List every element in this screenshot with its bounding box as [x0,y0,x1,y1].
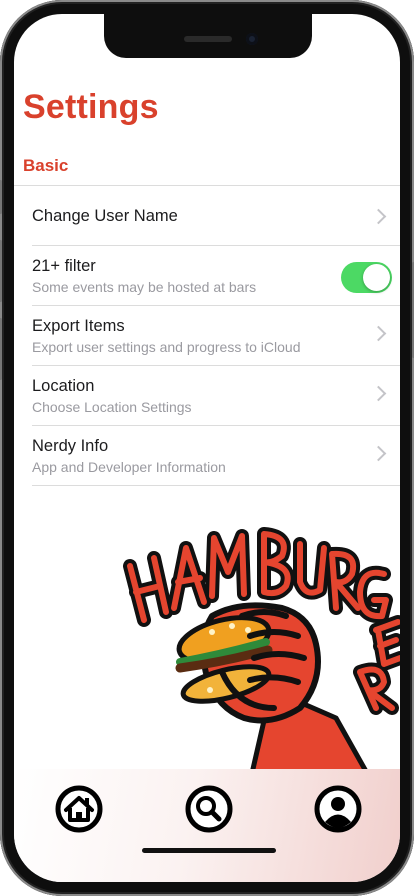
row-subtitle: Export user settings and progress to iCl… [32,339,301,355]
row-title: Nerdy Info [32,437,109,455]
row-location[interactable]: Location Choose Location Settings [32,366,400,426]
row-subtitle: Choose Location Settings [32,399,192,415]
row-subtitle: App and Developer Information [32,459,226,475]
row-nerdy-info[interactable]: Nerdy Info App and Developer Information [32,426,400,486]
ham-burger-mascot-illustration [123,527,400,782]
chevron-right-icon [370,385,387,402]
section-header-basic: Basic [23,156,69,175]
chevron-right-icon [370,325,387,342]
row-title: 21+ filter [32,257,96,275]
row-export-items[interactable]: Export Items Export user settings and pr… [32,306,400,366]
search-icon[interactable] [185,785,233,833]
row-title: Export Items [32,317,125,335]
device-frame: Settings Basic Change User Name 21+ filt… [0,0,414,896]
toggle-knob [363,264,390,291]
front-camera [246,33,258,45]
earpiece-speaker [184,36,232,42]
chevron-right-icon [370,445,387,462]
profile-icon[interactable] [314,785,362,833]
volume-up-button [0,240,2,302]
home-indicator [142,848,276,853]
row-title: Location [32,377,95,395]
page-title: Settings [23,88,159,126]
side-button [0,180,2,214]
home-icon[interactable] [55,785,103,833]
row-change-user-name[interactable]: Change User Name [32,186,400,246]
21-plus-filter-toggle[interactable] [341,262,392,293]
row-title: Change User Name [32,207,178,225]
row-21-plus-filter: 21+ filter Some events may be hosted at … [32,246,400,306]
chevron-right-icon [370,208,387,225]
row-subtitle: Some events may be hosted at bars [32,279,257,295]
app-screen: Settings Basic Change User Name 21+ filt… [14,14,400,882]
tab-bar [14,769,400,882]
volume-down-button [0,318,2,380]
